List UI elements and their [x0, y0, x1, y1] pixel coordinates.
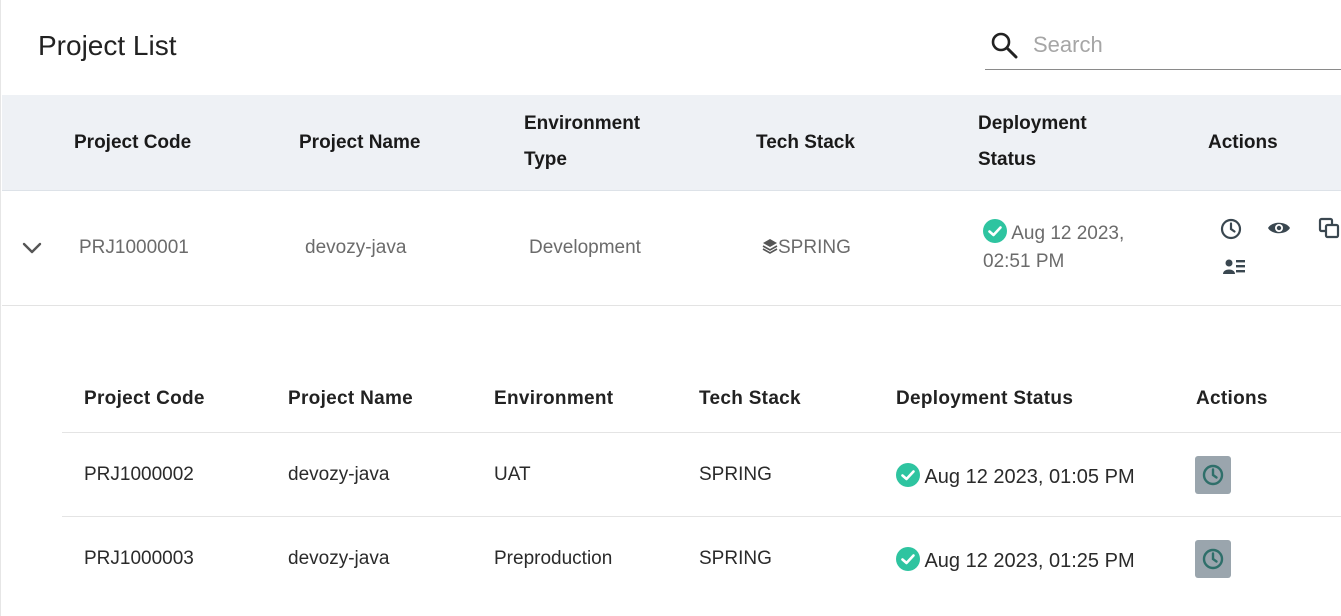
divider — [62, 516, 1341, 517]
header-environment-type: Environment Type — [524, 106, 640, 178]
subrow2-project-name: devozy-java — [288, 548, 390, 569]
subheader-project-name: Project Name — [288, 388, 414, 409]
subrow2-status-text: Aug 12 2023, 01:25 PM — [924, 550, 1135, 572]
user-list-icon[interactable] — [1222, 255, 1246, 279]
subrow1-project-code: PRJ1000002 — [84, 464, 194, 485]
subrow2-project-code: PRJ1000003 — [84, 548, 194, 569]
clock-icon — [1202, 548, 1224, 570]
subrow2-tech-stack: SPRING — [699, 548, 772, 569]
header-deploy-line1: Deployment — [978, 113, 1087, 134]
subrow1-tech-stack: SPRING — [699, 464, 772, 485]
main-table-header: Project Code Project Name Environment Ty… — [2, 95, 1341, 191]
deployment-status: Aug 12 2023, 02:51 PM — [983, 219, 1124, 276]
header-tech-stack: Tech Stack — [756, 132, 855, 153]
status-line1: Aug 12 2023, — [983, 219, 1124, 248]
row-project-code: PRJ1000001 — [79, 237, 189, 258]
copy-icon[interactable] — [1317, 216, 1341, 240]
layers-icon — [762, 239, 778, 254]
subrow1-status-text: Aug 12 2023, 01:05 PM — [924, 466, 1135, 488]
check-circle-icon — [896, 547, 920, 571]
check-circle-icon — [896, 463, 920, 487]
subrow1-environment: UAT — [494, 464, 531, 485]
table-row[interactable]: PRJ1000001 devozy-java Development SPRIN… — [2, 191, 1341, 306]
subrow2-environment: Preproduction — [494, 548, 613, 569]
status-time: 02:51 PM — [983, 251, 1065, 272]
clock-icon — [1202, 464, 1224, 486]
subrow1-project-name: devozy-java — [288, 464, 390, 485]
project-list-panel: Project List Project Code Project Name E… — [0, 0, 1341, 616]
search-bar — [985, 24, 1341, 70]
subheader-environment: Environment — [494, 388, 614, 409]
row-environment: Development — [529, 237, 641, 258]
header-deploy-line2: Status — [978, 149, 1037, 170]
header-actions: Actions — [1208, 132, 1278, 153]
eye-icon[interactable] — [1267, 216, 1291, 240]
page-title: Project List — [38, 30, 177, 61]
subrow2-deployment-status: Aug 12 2023, 01:25 PM — [896, 547, 1135, 573]
subrow1-deployment-status: Aug 12 2023, 01:05 PM — [896, 463, 1135, 489]
header-env-line2: Type — [524, 149, 567, 170]
history-button[interactable] — [1195, 456, 1231, 494]
header-project-code: Project Code — [74, 132, 192, 153]
header-deployment-status: Deployment Status — [978, 106, 1087, 178]
subheader-project-code: Project Code — [84, 388, 205, 409]
history-button[interactable] — [1195, 540, 1231, 578]
clock-icon[interactable] — [1219, 217, 1243, 241]
row-tech-stack: SPRING — [762, 237, 851, 259]
subheader-deployment-status: Deployment Status — [896, 388, 1074, 409]
header-env-line1: Environment — [524, 113, 641, 134]
check-circle-icon — [983, 219, 1007, 243]
subheader-tech-stack: Tech Stack — [699, 388, 801, 409]
chevron-down-icon[interactable] — [20, 236, 44, 260]
search-icon[interactable] — [989, 30, 1019, 60]
header-project-name: Project Name — [299, 132, 421, 153]
divider — [62, 432, 1341, 433]
subheader-actions: Actions — [1196, 388, 1268, 409]
row-project-name: devozy-java — [305, 237, 407, 258]
search-input[interactable] — [1033, 28, 1333, 62]
tech-stack-label: SPRING — [778, 237, 851, 258]
status-date: Aug 12 2023, — [1011, 223, 1125, 244]
